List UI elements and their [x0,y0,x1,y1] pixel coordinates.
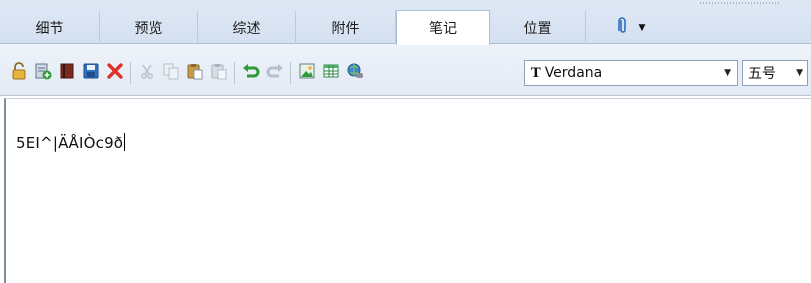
delete-button[interactable] [104,62,126,84]
tab-label: 预览 [134,20,163,37]
insert-image-icon [298,62,316,84]
insert-table-icon [322,62,340,84]
delete-icon [106,62,124,84]
tab-details[interactable]: 细节 [0,11,100,44]
paperclip-icon [617,16,629,39]
tab-notes[interactable]: 笔记 [396,10,490,45]
resize-grip[interactable] [700,2,780,4]
insert-link-button[interactable] [344,62,366,84]
font-family-value: Verdana [544,65,603,81]
tab-label: 笔记 [429,21,457,37]
redo-icon [265,62,285,84]
paste-special-icon [210,62,228,84]
save-button[interactable] [80,62,102,84]
note-text: 5EI^|ÄÅIÒc9ð [16,133,126,152]
tab-preview[interactable]: 预览 [100,11,198,44]
font-size-value: 五号 [748,66,776,82]
note-editor[interactable]: 5EI^|ÄÅIÒc9ð [4,98,811,283]
insert-table-button[interactable] [320,62,342,84]
cut-icon [138,62,156,84]
chevron-down-icon: ▼ [724,68,731,78]
tab-summary[interactable]: 综述 [198,11,296,44]
book-button[interactable] [56,62,78,84]
insert-link-icon [346,62,364,84]
copy-button[interactable] [160,62,182,84]
tab-location[interactable]: 位置 [490,11,586,44]
note-content: 5EI^|ÄÅIÒc9ð [16,134,124,152]
toolbar-separator [234,62,235,84]
tab-label: 位置 [523,20,552,37]
text-caret [124,133,126,151]
font-size-select[interactable]: 五号 ▼ [742,60,808,86]
lock-button[interactable] [8,62,30,84]
note-toolbar: T Verdana ▼ 五号 ▼ [0,44,811,96]
undo-button[interactable] [240,62,262,84]
paste-special-button[interactable] [208,62,230,84]
tab-strip: 细节 预览 综述 附件 笔记 位置 ▼ [0,0,811,45]
tab-label: 附件 [331,20,360,37]
add-note-button[interactable] [32,62,54,84]
paste-button[interactable] [184,62,206,84]
font-type-icon: T [531,65,541,81]
save-icon [82,62,100,84]
chevron-down-icon: ▼ [638,22,646,33]
cut-button[interactable] [136,62,158,84]
tab-label: 细节 [35,20,64,37]
tab-attachment-menu[interactable]: ▼ [586,11,676,44]
tab-label: 综述 [232,20,261,37]
paste-icon [186,62,204,84]
undo-icon [241,62,261,84]
book-icon [58,62,76,84]
lock-icon [10,62,28,84]
insert-image-button[interactable] [296,62,318,84]
font-family-select[interactable]: T Verdana ▼ [524,60,738,86]
tab-attachments[interactable]: 附件 [296,11,396,44]
toolbar-separator [130,62,131,84]
chevron-down-icon: ▼ [796,68,803,78]
add-note-icon [34,62,52,84]
toolbar-separator [290,62,291,84]
redo-button[interactable] [264,62,286,84]
copy-icon [162,62,180,84]
